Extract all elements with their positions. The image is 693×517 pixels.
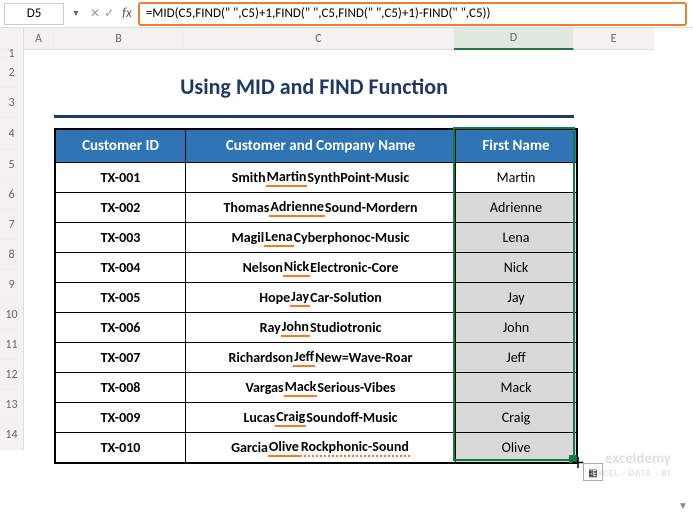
col-header-d[interactable]: D bbox=[454, 28, 574, 50]
cell-customer-id[interactable]: TX-008 bbox=[56, 372, 186, 402]
cell-first-name[interactable]: John bbox=[456, 312, 576, 342]
col-header-e[interactable]: E bbox=[574, 28, 654, 50]
row-header-11[interactable]: 11 bbox=[0, 330, 24, 360]
row-header-14[interactable]: 14 bbox=[0, 420, 24, 450]
cell-first-name[interactable]: Martin bbox=[456, 162, 576, 192]
autofill-options-icon[interactable]: ▦ bbox=[583, 463, 603, 481]
name-box[interactable]: D5 bbox=[4, 3, 64, 25]
cell-customer-id[interactable]: TX-002 bbox=[56, 192, 186, 222]
cell-customer-company[interactable]: Ray John Studiotronic bbox=[186, 312, 456, 342]
row-header-9[interactable]: 9 bbox=[0, 270, 24, 300]
cell-first-name[interactable]: Nick bbox=[456, 252, 576, 282]
cell-customer-id[interactable]: TX-009 bbox=[56, 402, 186, 432]
cell-first-name[interactable]: Adrienne bbox=[456, 192, 576, 222]
table-row: TX-002Thomas Adrienne Sound-MordernAdrie… bbox=[56, 192, 576, 222]
table-row: TX-006Ray John StudiotronicJohn bbox=[56, 312, 576, 342]
col-header-b[interactable]: B bbox=[54, 28, 184, 50]
row-header-7[interactable]: 7 bbox=[0, 210, 24, 240]
row-header-4[interactable]: 4 bbox=[0, 118, 24, 150]
cell-customer-id[interactable]: TX-007 bbox=[56, 342, 186, 372]
header-first-name[interactable]: First Name bbox=[456, 130, 576, 162]
table-row: TX-003Magil Lena Cyberphonoc-MusicLena bbox=[56, 222, 576, 252]
row-header-2[interactable]: 2 bbox=[0, 58, 24, 88]
row-headers: 1234567891011121314 bbox=[0, 28, 24, 517]
cell-customer-company[interactable]: Hope Jay Car-Solution bbox=[186, 282, 456, 312]
table-row: TX-001Smith Martin SynthPoint-MusicMarti… bbox=[56, 162, 576, 192]
cell-customer-id[interactable]: TX-010 bbox=[56, 432, 186, 462]
cell-first-name[interactable]: Mack bbox=[456, 372, 576, 402]
sheet-title: Using MID and FIND Function bbox=[54, 58, 574, 118]
formula-controls: ✕ ✓ fx bbox=[84, 6, 138, 21]
table-row: TX-004Nelson Nick Electronic-CoreNick bbox=[56, 252, 576, 282]
row-header-10[interactable]: 10 bbox=[0, 300, 24, 330]
cell-customer-company[interactable]: Garcia Olive Rockphonic-Sound bbox=[186, 432, 456, 462]
cell-first-name[interactable]: Olive bbox=[456, 432, 576, 462]
formula-input[interactable]: =MID(C5,FIND(" ",C5)+1,FIND(" ",C5,FIND(… bbox=[138, 2, 687, 26]
row-header-12[interactable]: 12 bbox=[0, 360, 24, 390]
cell-customer-company[interactable]: Nelson Nick Electronic-Core bbox=[186, 252, 456, 282]
check-icon[interactable]: ✓ bbox=[104, 6, 114, 21]
cell-customer-company[interactable]: Richardson Jeff New=Wave-Roar bbox=[186, 342, 456, 372]
table-row: TX-009Lucas Craig Soundoff-MusicCraig bbox=[56, 402, 576, 432]
cell-customer-id[interactable]: TX-005 bbox=[56, 282, 186, 312]
col-header-c[interactable]: C bbox=[184, 28, 454, 50]
cell-customer-id[interactable]: TX-001 bbox=[56, 162, 186, 192]
header-customer-company[interactable]: Customer and Company Name bbox=[186, 130, 456, 162]
cell-customer-company[interactable]: Lucas Craig Soundoff-Music bbox=[186, 402, 456, 432]
column-headers: A B C D E bbox=[24, 28, 693, 50]
fx-icon[interactable]: fx bbox=[122, 6, 132, 21]
formula-bar: D5 ▼ ✕ ✓ fx =MID(C5,FIND(" ",C5)+1,FIND(… bbox=[0, 0, 693, 28]
table-row: TX-010Garcia Olive Rockphonic-SoundOlive bbox=[56, 432, 576, 462]
header-customer-id[interactable]: Customer ID bbox=[56, 130, 186, 162]
cell-customer-company[interactable]: Thomas Adrienne Sound-Mordern bbox=[186, 192, 456, 222]
row-header-1[interactable]: 1 bbox=[0, 50, 24, 58]
cell-customer-id[interactable]: TX-006 bbox=[56, 312, 186, 342]
cell-customer-company[interactable]: Vargas Mack Serious-Vibes bbox=[186, 372, 456, 402]
row-header-6[interactable]: 6 bbox=[0, 180, 24, 210]
cell-customer-company[interactable]: Smith Martin SynthPoint-Music bbox=[186, 162, 456, 192]
scroll-down-icon[interactable]: ▼ bbox=[675, 497, 691, 513]
data-table: Customer ID Customer and Company Name Fi… bbox=[54, 128, 578, 464]
cell-first-name[interactable]: Jeff bbox=[456, 342, 576, 372]
name-box-dropdown-icon[interactable]: ▼ bbox=[68, 8, 84, 19]
cell-customer-id[interactable]: TX-004 bbox=[56, 252, 186, 282]
col-header-a[interactable]: A bbox=[24, 28, 54, 50]
cell-first-name[interactable]: Jay bbox=[456, 282, 576, 312]
table-header-row: Customer ID Customer and Company Name Fi… bbox=[56, 130, 576, 162]
cancel-icon[interactable]: ✕ bbox=[90, 6, 100, 21]
table-row: TX-008Vargas Mack Serious-VibesMack bbox=[56, 372, 576, 402]
row-header-3[interactable]: 3 bbox=[0, 88, 24, 118]
cell-customer-company[interactable]: Magil Lena Cyberphonoc-Music bbox=[186, 222, 456, 252]
row-header-5[interactable]: 5 bbox=[0, 150, 24, 180]
row-header-8[interactable]: 8 bbox=[0, 240, 24, 270]
cell-customer-id[interactable]: TX-003 bbox=[56, 222, 186, 252]
table-row: TX-005Hope Jay Car-SolutionJay bbox=[56, 282, 576, 312]
cell-first-name[interactable]: Craig bbox=[456, 402, 576, 432]
row-header-13[interactable]: 13 bbox=[0, 390, 24, 420]
cell-first-name[interactable]: Lena bbox=[456, 222, 576, 252]
table-row: TX-007Richardson Jeff New=Wave-RoarJeff bbox=[56, 342, 576, 372]
